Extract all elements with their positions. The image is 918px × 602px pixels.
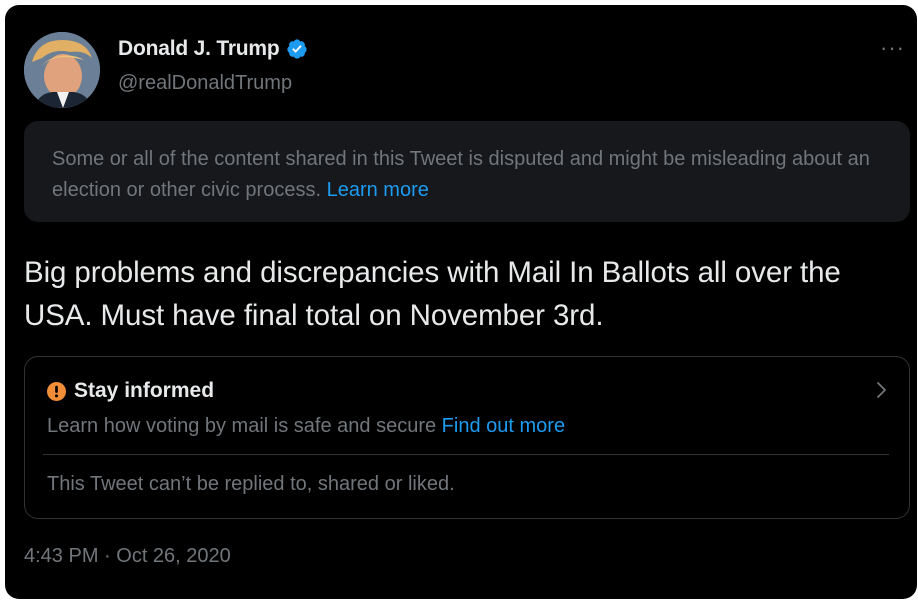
verified-badge-icon	[286, 39, 307, 59]
avatar[interactable]	[24, 32, 100, 108]
author-handle[interactable]: @realDonaldTrump	[118, 72, 292, 95]
divider	[43, 454, 889, 455]
notice-title-row: Stay informed	[47, 379, 214, 403]
restriction-notice: This Tweet can’t be replied to, shared o…	[47, 473, 455, 495]
avatar-image	[24, 32, 100, 108]
notice-subtitle-row: Learn how voting by mail is safe and sec…	[47, 413, 565, 439]
tweet-text: Big problems and discrepancies with Mail…	[24, 256, 841, 332]
stay-informed-card[interactable]: Stay informed Learn how voting by mail i…	[24, 356, 910, 519]
tweet-timestamp[interactable]: 4:43 PM · Oct 26, 2020	[24, 545, 231, 568]
author-row: Donald J. Trump	[118, 37, 308, 61]
tweet-card: Donald J. Trump @realDonaldTrump ··· Som…	[5, 5, 917, 599]
alert-icon	[47, 381, 66, 401]
find-out-more-link[interactable]: Find out more	[442, 415, 565, 437]
warning-text: Some or all of the content shared in thi…	[52, 148, 870, 201]
notice-title: Stay informed	[74, 379, 215, 402]
chevron-right-icon[interactable]	[875, 379, 889, 401]
disputed-warning-banner: Some or all of the content shared in thi…	[24, 121, 910, 222]
more-options-icon[interactable]: ···	[880, 35, 905, 61]
notice-subtitle: Learn how voting by mail is safe and sec…	[47, 415, 437, 437]
learn-more-link[interactable]: Learn more	[327, 179, 429, 201]
author-name[interactable]: Donald J. Trump	[118, 37, 280, 61]
